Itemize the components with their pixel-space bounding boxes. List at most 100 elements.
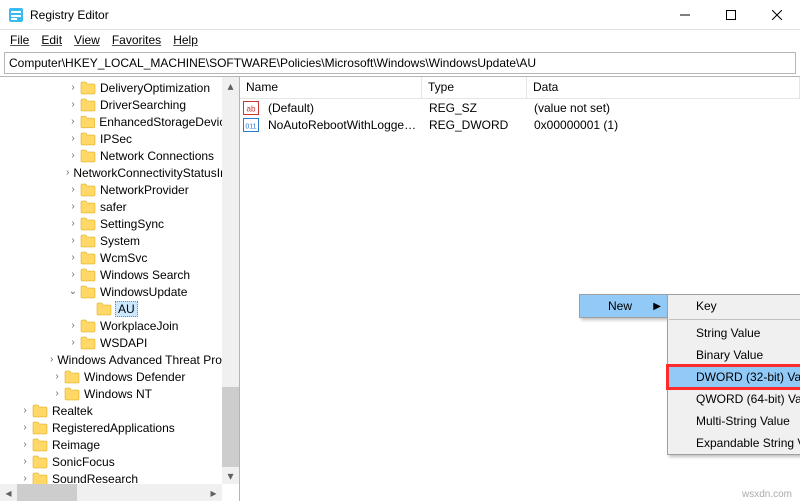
- scroll-thumb[interactable]: [17, 484, 77, 501]
- context-item-label: Key: [696, 299, 717, 313]
- context-item-expandstring[interactable]: Expandable String Value: [668, 432, 800, 454]
- context-item-key[interactable]: Key: [668, 295, 800, 317]
- tree-item[interactable]: ›NetworkConnectivityStatusIndicator: [0, 164, 239, 181]
- menu-view[interactable]: View: [68, 31, 106, 49]
- context-item-multistring[interactable]: Multi-String Value: [668, 410, 800, 432]
- tree-item[interactable]: ›Network Connections: [0, 147, 239, 164]
- minimize-button[interactable]: [662, 0, 708, 30]
- expand-chevron-icon[interactable]: ›: [66, 249, 80, 266]
- tree-item[interactable]: ›System: [0, 232, 239, 249]
- window-title: Registry Editor: [30, 8, 662, 22]
- scroll-left-arrow[interactable]: ◂: [0, 484, 17, 501]
- tree-item-label: RegisteredApplications: [51, 421, 176, 435]
- tree-item[interactable]: › WcmSvc: [0, 249, 239, 266]
- tree-item[interactable]: ⌄ WindowsUpdate: [0, 283, 239, 300]
- context-item-binary[interactable]: Binary Value: [668, 344, 800, 366]
- expand-chevron-icon[interactable]: ›: [66, 232, 80, 249]
- context-item-string[interactable]: String Value: [668, 322, 800, 344]
- tree-item[interactable]: AU: [0, 300, 239, 317]
- tree-item-label: SettingSync: [99, 217, 165, 231]
- expand-chevron-icon[interactable]: ›: [66, 334, 80, 351]
- maximize-button[interactable]: [708, 0, 754, 30]
- tree-item[interactable]: ›DeliveryOptimization: [0, 79, 239, 96]
- close-button[interactable]: [754, 0, 800, 30]
- tree-item[interactable]: › Realtek: [0, 402, 239, 419]
- menu-favorites[interactable]: Favorites: [106, 31, 167, 49]
- context-item-label: Expandable String Value: [696, 436, 800, 450]
- tree-item[interactable]: ›NetworkProvider: [0, 181, 239, 198]
- scroll-right-arrow[interactable]: ▸: [205, 484, 222, 501]
- tree-item[interactable]: › RegisteredApplications: [0, 419, 239, 436]
- tree-item[interactable]: ›safer: [0, 198, 239, 215]
- column-name[interactable]: Name: [240, 77, 422, 98]
- tree-item[interactable]: ›Reimage: [0, 436, 239, 453]
- scroll-track[interactable]: [77, 484, 205, 501]
- expand-chevron-icon[interactable]: ›: [50, 351, 53, 368]
- menu-help[interactable]: Help: [167, 31, 204, 49]
- expand-chevron-icon[interactable]: ›: [66, 130, 80, 147]
- tree-item-label: EnhancedStorageDevices: [98, 115, 239, 129]
- list-row[interactable]: ab(Default)REG_SZ(value not set): [240, 99, 800, 116]
- context-item-qword64[interactable]: QWORD (64-bit) Value: [668, 388, 800, 410]
- tree-vertical-scrollbar[interactable]: ▴ ▾: [222, 77, 239, 484]
- tree-item[interactable]: ›Windows Defender: [0, 368, 239, 385]
- context-item-dword32[interactable]: DWORD (32-bit) Value: [668, 366, 800, 388]
- expand-chevron-icon[interactable]: ›: [66, 215, 80, 232]
- scroll-track[interactable]: [222, 94, 239, 267]
- tree-item-label: NetworkConnectivityStatusIndicator: [72, 166, 240, 180]
- tree-item-label: WcmSvc: [99, 251, 148, 265]
- tree-item[interactable]: ›SonicFocus: [0, 453, 239, 470]
- expand-chevron-icon[interactable]: [82, 300, 96, 317]
- cell-data: 0x00000001 (1): [528, 118, 800, 132]
- tree-item-label: AU: [115, 301, 138, 317]
- tree-item-label: WindowsUpdate: [99, 285, 188, 299]
- expand-chevron-icon[interactable]: ›: [66, 96, 80, 113]
- tree-item[interactable]: ›Windows Search: [0, 266, 239, 283]
- tree-item[interactable]: ›DriverSearching: [0, 96, 239, 113]
- tree-item[interactable]: › SettingSync: [0, 215, 239, 232]
- tree-horizontal-scrollbar[interactable]: ◂ ▸: [0, 484, 222, 501]
- expand-chevron-icon[interactable]: ›: [66, 147, 80, 164]
- expand-chevron-icon[interactable]: ⌄: [66, 283, 80, 300]
- menu-edit[interactable]: Edit: [35, 31, 68, 49]
- scroll-up-arrow[interactable]: ▴: [222, 77, 239, 94]
- expand-chevron-icon[interactable]: ›: [50, 385, 64, 402]
- tree-item[interactable]: › EnhancedStorageDevices: [0, 113, 239, 130]
- list-row[interactable]: 011NoAutoRebootWithLoggedOnU...REG_DWORD…: [240, 116, 800, 133]
- menu-file[interactable]: File: [4, 31, 35, 49]
- address-bar[interactable]: Computer\HKEY_LOCAL_MACHINE\SOFTWARE\Pol…: [4, 52, 796, 74]
- expand-chevron-icon[interactable]: ›: [66, 266, 80, 283]
- submenu-arrow-icon: ▶: [653, 301, 661, 312]
- expand-chevron-icon[interactable]: ›: [66, 113, 80, 130]
- context-item-label: String Value: [696, 326, 760, 340]
- expand-chevron-icon[interactable]: ›: [18, 453, 32, 470]
- column-type[interactable]: Type: [422, 77, 527, 98]
- svg-text:ab: ab: [247, 104, 256, 113]
- column-data[interactable]: Data: [527, 77, 800, 98]
- tree-item-label: Windows Advanced Threat Protection: [56, 353, 240, 367]
- context-item-label: Multi-String Value: [696, 414, 790, 428]
- menu-separator: [669, 319, 800, 320]
- expand-chevron-icon[interactable]: ›: [66, 181, 80, 198]
- expand-chevron-icon[interactable]: ›: [18, 419, 32, 436]
- expand-chevron-icon[interactable]: ›: [50, 368, 64, 385]
- tree-item[interactable]: ›IPSec: [0, 130, 239, 147]
- expand-chevron-icon[interactable]: ›: [66, 317, 80, 334]
- tree-item[interactable]: ›WorkplaceJoin: [0, 317, 239, 334]
- expand-chevron-icon[interactable]: ›: [66, 79, 80, 96]
- list-header: Name Type Data: [240, 77, 800, 99]
- tree-item[interactable]: ›Windows NT: [0, 385, 239, 402]
- context-item-label: New: [608, 299, 632, 313]
- expand-chevron-icon[interactable]: ›: [66, 198, 80, 215]
- expand-chevron-icon[interactable]: ›: [18, 436, 32, 453]
- tree[interactable]: ›DeliveryOptimization›DriverSearching›En…: [0, 77, 239, 501]
- expand-chevron-icon[interactable]: ›: [18, 402, 32, 419]
- tree-item[interactable]: ›WSDAPI: [0, 334, 239, 351]
- list-pane: Name Type Data ab(Default)REG_SZ(value n…: [240, 77, 800, 501]
- scroll-down-arrow[interactable]: ▾: [222, 467, 239, 484]
- expand-chevron-icon[interactable]: ›: [66, 164, 69, 181]
- scroll-thumb[interactable]: [222, 387, 239, 467]
- tree-item[interactable]: ›Windows Advanced Threat Protection: [0, 351, 239, 368]
- tree-item-label: Realtek: [51, 404, 94, 418]
- context-item-new[interactable]: New ▶: [580, 295, 667, 317]
